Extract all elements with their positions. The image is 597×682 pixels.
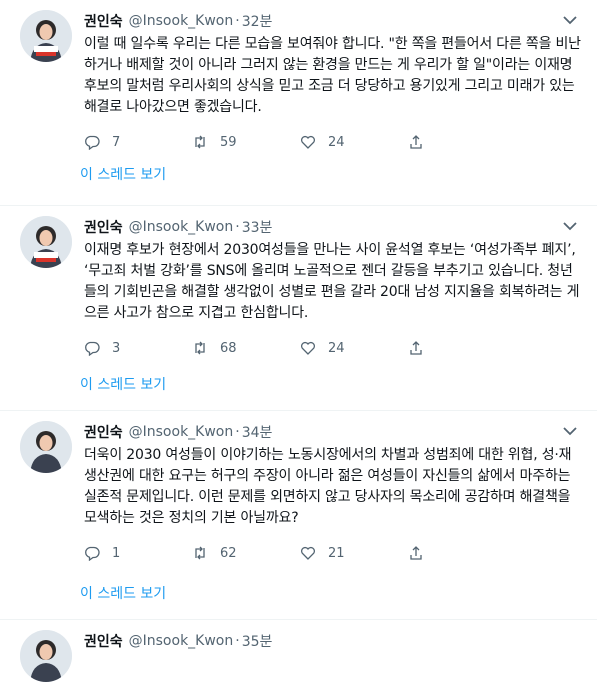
author-handle[interactable]: @Insook_Kwon [129, 13, 234, 29]
timestamp[interactable]: 34분 [242, 422, 273, 442]
show-thread-link[interactable]: 이 스레드 보기 [0, 374, 166, 394]
share-icon [410, 135, 422, 149]
author-handle[interactable]: @Insook_Kwon [129, 219, 234, 235]
separator: · [235, 633, 240, 649]
retweet-button[interactable]: 59 [192, 134, 300, 150]
retweet-count: 62 [220, 545, 237, 561]
reply-icon [85, 341, 100, 356]
reply-count: 1 [112, 545, 121, 561]
action-bar: 1 62 21 [84, 543, 581, 563]
like-icon [301, 546, 315, 560]
reply-button[interactable]: 1 [84, 545, 192, 561]
more-caret-icon[interactable] [561, 14, 579, 26]
like-icon [301, 341, 315, 355]
like-count: 24 [328, 340, 345, 356]
more-caret-icon[interactable] [561, 220, 579, 232]
retweet-button[interactable]: 68 [192, 340, 300, 356]
tweet-text: 이럴 때 일수록 우리는 다른 모습을 보여줘야 합니다. "한 쪽을 편들어서… [84, 36, 581, 115]
retweet-count: 59 [220, 134, 237, 150]
timestamp[interactable]: 35분 [242, 631, 273, 651]
show-thread-link[interactable]: 이 스레드 보기 [0, 164, 166, 184]
reply-count: 3 [112, 340, 121, 356]
share-button[interactable] [408, 340, 436, 356]
separator: · [235, 13, 240, 29]
like-icon [301, 135, 315, 149]
separator: · [235, 219, 240, 235]
retweet-icon [195, 546, 205, 560]
author-handle[interactable]: @Insook_Kwon [129, 633, 234, 649]
tweet-text: 더욱이 2030 여성들이 이야기하는 노동시장에서의 차별과 성범죄에 대한 … [84, 447, 572, 526]
share-icon [410, 341, 422, 355]
author-name[interactable]: 권인숙 [84, 11, 123, 31]
tweet[interactable]: 권인숙 @Insook_Kwon · 34분 더욱이 2030 여성들이 이야기… [0, 411, 597, 620]
timeline: 권인숙 @Insook_Kwon · 32분 이럴 때 일수록 우리는 다른 모… [0, 0, 597, 682]
avatar[interactable] [20, 421, 72, 473]
reply-count: 7 [112, 134, 121, 150]
avatar[interactable] [20, 10, 72, 62]
author-name[interactable]: 권인숙 [84, 422, 123, 442]
share-button[interactable] [408, 134, 436, 150]
action-bar: 7 59 24 [84, 132, 581, 152]
tweet[interactable]: 권인숙 @Insook_Kwon · 32분 이럴 때 일수록 우리는 다른 모… [0, 0, 597, 206]
more-caret-icon[interactable] [561, 425, 579, 437]
like-button[interactable]: 21 [300, 545, 408, 561]
tweet[interactable]: 권인숙 @Insook_Kwon · 35분 [0, 620, 597, 682]
avatar[interactable] [20, 216, 72, 268]
like-button[interactable]: 24 [300, 134, 408, 150]
retweet-icon [195, 135, 205, 149]
show-thread-link[interactable]: 이 스레드 보기 [0, 583, 166, 603]
reply-button[interactable]: 7 [84, 134, 192, 150]
retweet-count: 68 [220, 340, 237, 356]
retweet-icon [195, 341, 205, 355]
separator: · [235, 424, 240, 440]
reply-icon [85, 546, 100, 561]
reply-icon [85, 135, 100, 150]
author-handle[interactable]: @Insook_Kwon [129, 424, 234, 440]
retweet-button[interactable]: 62 [192, 545, 300, 561]
timestamp[interactable]: 32분 [242, 11, 273, 31]
like-count: 24 [328, 134, 345, 150]
like-count: 21 [328, 545, 345, 561]
share-icon [410, 546, 422, 560]
share-button[interactable] [408, 545, 436, 561]
tweet-text: 이재명 후보가 현장에서 2030여성들을 만나는 사이 윤석열 후보는 ‘여성… [84, 242, 580, 321]
author-name[interactable]: 권인숙 [84, 631, 123, 651]
action-bar: 3 68 24 [84, 338, 581, 358]
timestamp[interactable]: 33분 [242, 217, 273, 237]
author-name[interactable]: 권인숙 [84, 217, 123, 237]
like-button[interactable]: 24 [300, 340, 408, 356]
avatar[interactable] [20, 630, 72, 682]
tweet[interactable]: 권인숙 @Insook_Kwon · 33분 이재명 후보가 현장에서 2030… [0, 206, 597, 411]
reply-button[interactable]: 3 [84, 340, 192, 356]
